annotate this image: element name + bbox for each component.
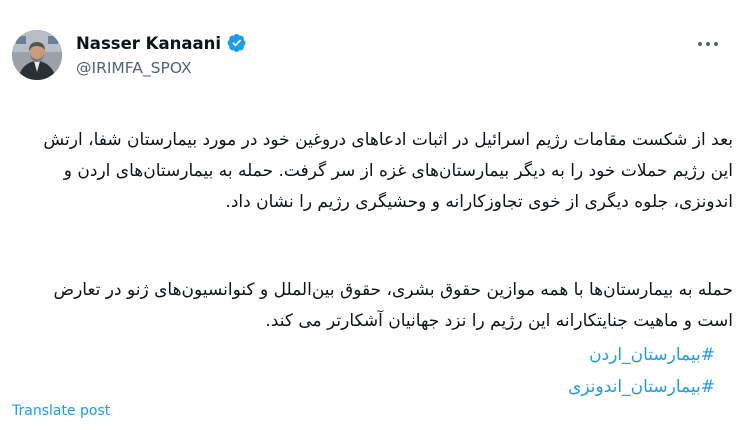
more-options-icon[interactable] — [694, 30, 722, 58]
avatar[interactable] — [12, 30, 62, 80]
author-name[interactable]: Nasser Kanaani — [76, 34, 221, 53]
translate-post-link[interactable]: Translate post — [12, 403, 110, 419]
post-paragraph-2: حمله به بیمارستان‌ها با همه موازین حقوق … — [53, 280, 733, 331]
author-name-row: Nasser Kanaani — [76, 33, 247, 53]
hashtag-indonesia-hospital[interactable]: #بیمارستان_اندونزی — [568, 371, 715, 403]
hashtag-list: #بیمارستان_اردن #بیمارستان_اندونزی — [568, 339, 715, 403]
hashtag-jordan-hospital[interactable]: #بیمارستان_اردن — [568, 339, 715, 371]
avatar-photo — [12, 30, 62, 80]
post-paragraph-1: بعد از شکست مقامات رژیم اسرائیل در اثبات… — [43, 130, 733, 212]
verified-badge-icon — [227, 33, 247, 53]
post-text: بعد از شکست مقامات رژیم اسرائیل در اثبات… — [33, 94, 733, 368]
author-handle[interactable]: @IRIMFA_SPOX — [76, 59, 192, 77]
